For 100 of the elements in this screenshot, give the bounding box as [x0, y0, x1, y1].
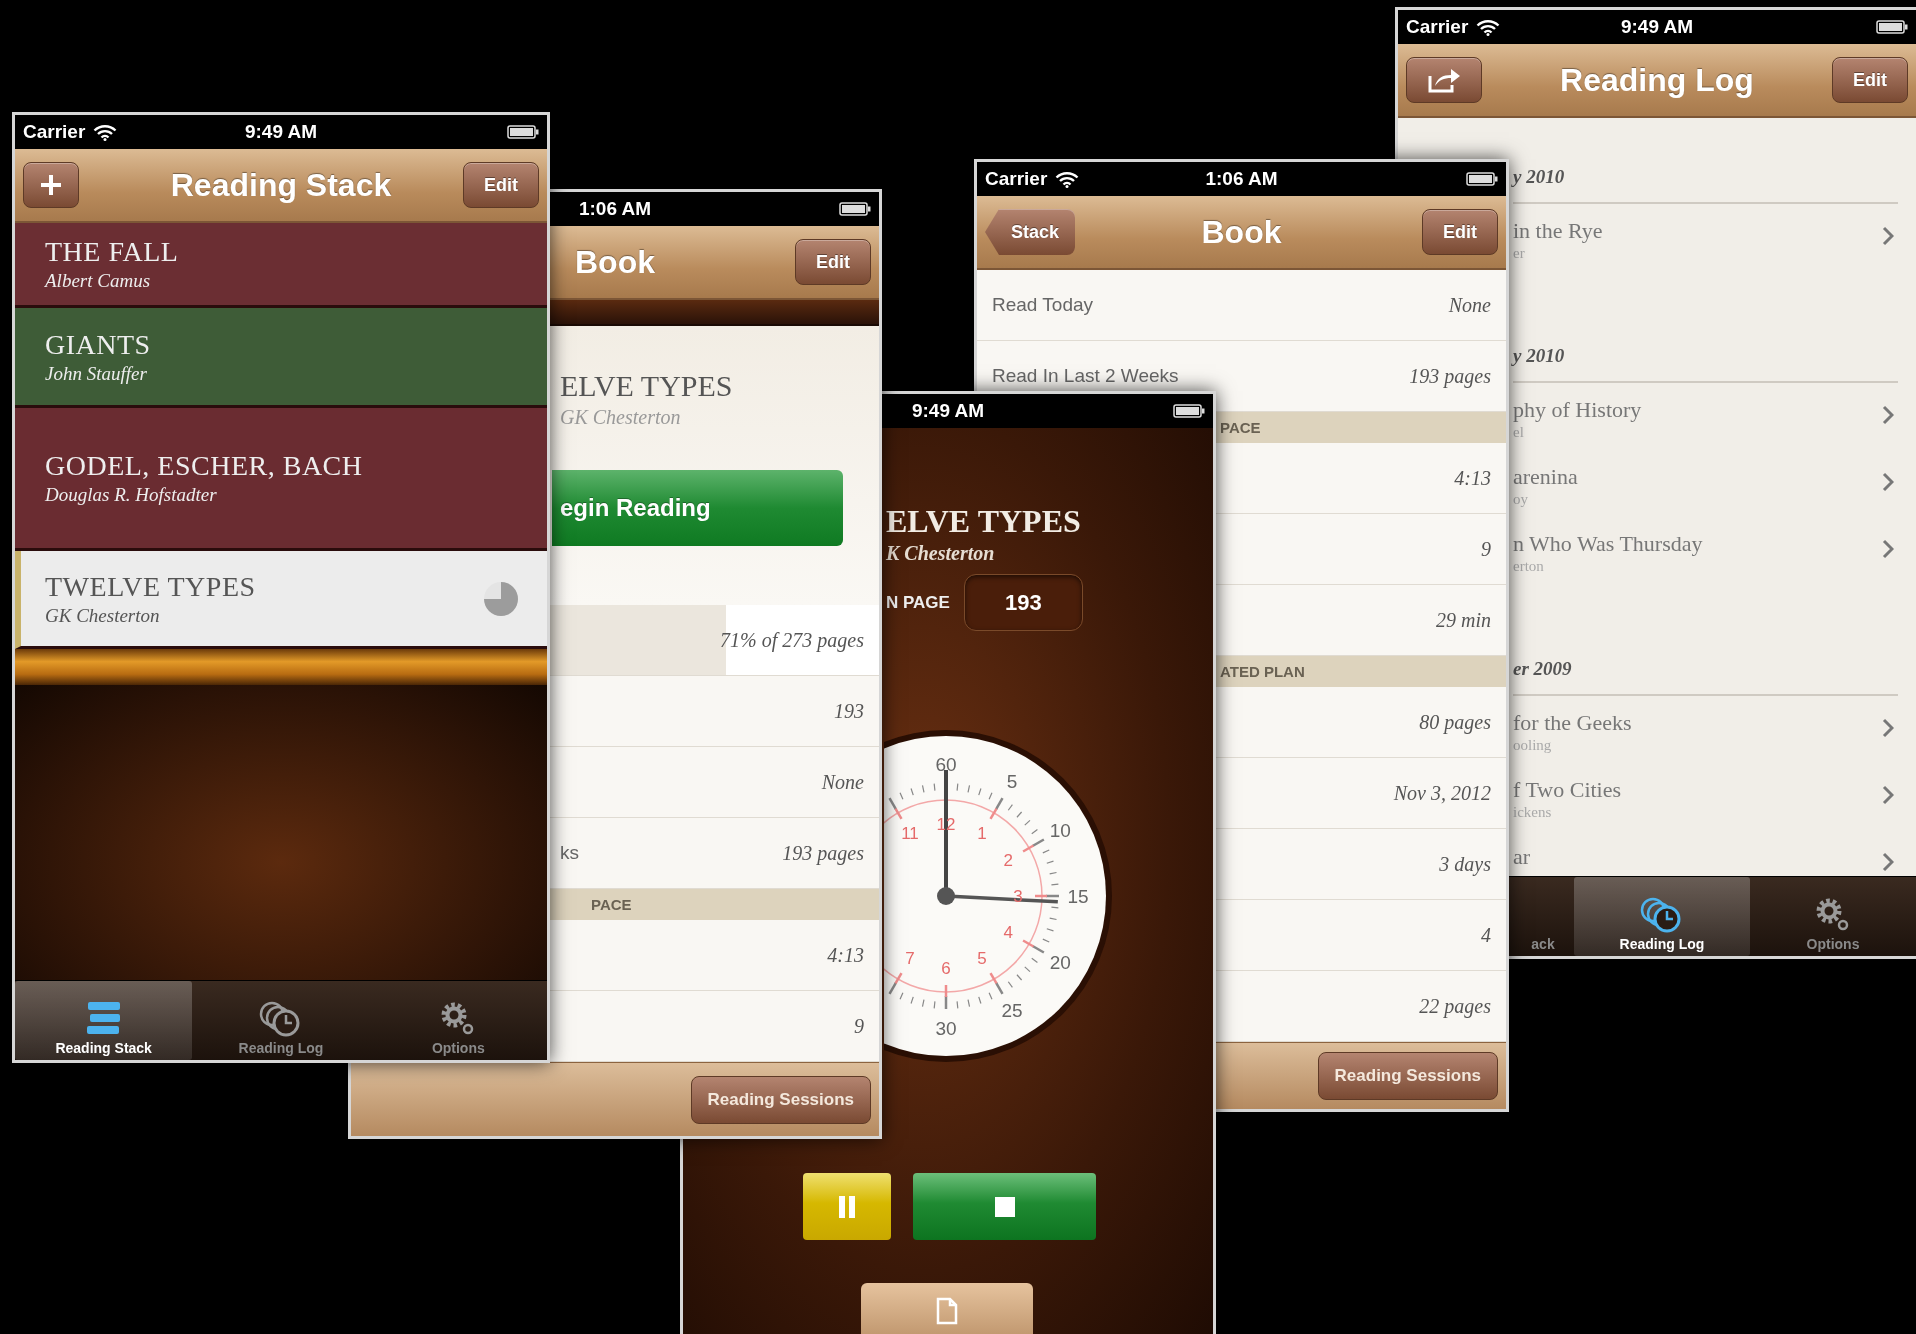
book-title: ELVE TYPES: [560, 368, 734, 404]
book-title: f Two Cities: [1513, 777, 1622, 802]
clock-number: 60: [935, 753, 957, 775]
tab-item[interactable]: Reading Log: [1574, 877, 1750, 956]
row-value: 193 pages: [782, 841, 864, 865]
carrier-name: Carrier: [23, 121, 86, 143]
clock-number: 4: [1003, 922, 1014, 942]
chevron-icon: [1882, 718, 1894, 738]
tab-item[interactable]: ack: [1512, 877, 1574, 956]
chevron-icon: [1882, 472, 1894, 492]
battery-icon: [1173, 403, 1205, 419]
chevron-icon: [1882, 539, 1894, 559]
field-label: N PAGE: [886, 592, 950, 613]
row-value: 4: [1481, 923, 1491, 947]
book-spine[interactable]: TWELVE TYPES GK Chesterton: [15, 551, 547, 649]
book-author: Douglas R. Hofstadter: [45, 484, 218, 506]
battery-icon: [507, 124, 539, 140]
nav-title: Reading Stack: [170, 166, 392, 204]
clock-number: 20: [1049, 951, 1071, 973]
row-value: 193: [834, 699, 864, 723]
book-title: ar: [1513, 844, 1531, 869]
row-label: Read In Last 2 Weeks: [992, 365, 1179, 387]
book-author: el: [1513, 423, 1525, 442]
status-time: 1:06 AM: [578, 198, 652, 220]
row-label: ks: [560, 842, 579, 864]
edit-button[interactable]: Edit: [463, 162, 539, 208]
share-button[interactable]: [1406, 57, 1482, 103]
edit-button[interactable]: Edit: [1422, 209, 1498, 255]
wifi-icon: [93, 123, 118, 141]
begin-reading-button[interactable]: egin Reading: [552, 470, 843, 546]
row-value: 29 min: [1436, 608, 1491, 632]
row-value: 3 days: [1439, 852, 1491, 876]
book-author: erton: [1513, 557, 1545, 576]
clock-number: 30: [935, 1017, 957, 1039]
tab-item[interactable]: Reading Stack: [15, 981, 193, 1060]
tab-item[interactable]: Options: [1750, 877, 1916, 956]
carrier-name: Carrier: [985, 168, 1048, 190]
book-author: oy: [1513, 490, 1529, 509]
edit-button[interactable]: Edit: [1832, 57, 1908, 103]
add-button[interactable]: [23, 162, 79, 208]
page-number-field[interactable]: 193: [963, 574, 1083, 631]
book-spine[interactable]: THE FALL Albert Camus: [15, 223, 547, 308]
section-header: er 2009: [1513, 658, 1572, 680]
share-icon: [1427, 67, 1461, 93]
book-spine[interactable]: GIANTS John Stauffer: [15, 308, 547, 408]
book-title: ELVE TYPES: [886, 503, 1082, 539]
row-label: Read Today: [992, 294, 1094, 316]
plus-icon: [40, 174, 62, 196]
stop-button[interactable]: [913, 1173, 1096, 1240]
book-spine[interactable]: GODEL, ESCHER, BACH Douglas R. Hofstadter: [15, 408, 547, 551]
book-author: GK Chesterton: [45, 604, 161, 627]
book-title: THE FALL: [45, 236, 179, 268]
reading-sessions-button[interactable]: Reading Sessions: [690, 1075, 871, 1124]
book-author: K Chesterton: [886, 541, 996, 566]
nav-title: Reading Log: [1560, 61, 1754, 99]
book-author: GK Chesterton: [560, 405, 682, 430]
chevron-icon: [1882, 226, 1894, 246]
book-title: n Who Was Thursday: [1513, 531, 1703, 556]
reading-sessions-button[interactable]: Reading Sessions: [1317, 1052, 1498, 1100]
status-time: 9:49 AM: [244, 121, 318, 143]
battery-icon: [1876, 19, 1908, 35]
clock-number: 10: [1049, 819, 1071, 841]
chevron-icon: [1882, 405, 1894, 425]
book-author: er: [1513, 244, 1526, 263]
status-time: 9:49 AM: [1620, 16, 1694, 38]
back-button[interactable]: Stack: [985, 209, 1076, 255]
book-title: GIANTS: [45, 328, 151, 361]
wifi-icon: [1476, 18, 1501, 36]
chevron-icon: [1882, 852, 1894, 872]
clock-number: 2: [1003, 850, 1014, 870]
row-value: 9: [854, 1014, 864, 1038]
book-title: arenina: [1513, 464, 1578, 489]
nav-title: Book: [575, 243, 655, 281]
document-icon: [936, 1297, 958, 1325]
row-value: None: [1448, 293, 1491, 317]
book-title: TWELVE TYPES: [45, 570, 256, 603]
row-value: 22 pages: [1419, 994, 1491, 1018]
pause-icon: [837, 1195, 857, 1218]
clock-number: 11: [901, 824, 919, 844]
clock-number: 25: [1001, 999, 1023, 1021]
section-header: y 2010: [1513, 166, 1565, 188]
book-title: for the Geeks: [1513, 710, 1632, 735]
wifi-icon: [1055, 170, 1080, 188]
clock-number: 5: [1006, 771, 1018, 793]
battery-icon: [1466, 171, 1498, 187]
carrier-name: Carrier: [1406, 16, 1469, 38]
clock-number: 6: [941, 958, 951, 978]
clock-number: 1: [977, 824, 987, 844]
notes-button[interactable]: [861, 1283, 1033, 1334]
book-author: John Stauffer: [45, 362, 148, 385]
row-value: 4:13: [827, 943, 864, 967]
edit-button[interactable]: Edit: [795, 239, 871, 285]
stop-icon: [994, 1196, 1015, 1217]
tab-item[interactable]: Reading Log: [192, 981, 370, 1060]
row-value: 193 pages: [1409, 364, 1491, 388]
pie-chart-icon: [483, 580, 519, 617]
tab-item[interactable]: Options: [369, 981, 547, 1060]
section-header: y 2010: [1513, 345, 1565, 367]
book-title: in the Rye: [1513, 218, 1603, 243]
row-value: 9: [1481, 537, 1491, 561]
